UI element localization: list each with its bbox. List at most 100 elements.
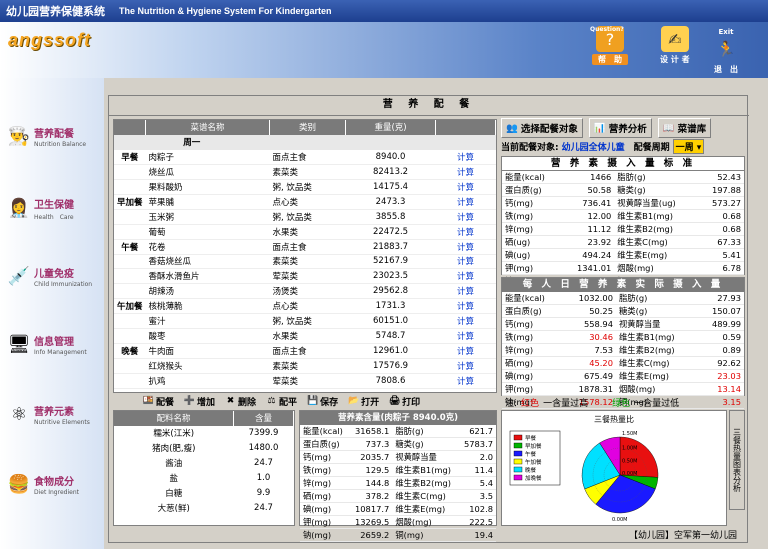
calc-link[interactable]: 计算 <box>436 299 496 314</box>
dish-name: 蜜汁 <box>148 317 166 328</box>
sidebar-item-immunization[interactable]: 💉 儿童免疫 Child Immunization <box>6 262 102 290</box>
designer-icon: ✍ <box>660 26 689 52</box>
sidebar-item-nutrition[interactable]: 👨‍🍳 营养配餐 Nutrition Balance <box>6 122 102 150</box>
nutrient-label: 碘(mg) <box>502 369 563 383</box>
menu-row[interactable]: 早加餐 苹果脯 点心类 2473.3 计算 <box>114 194 496 210</box>
dish-name: 胡辣汤 <box>148 287 175 298</box>
nutrient-label: 维生素E(mg) <box>614 248 699 262</box>
dish-weight: 7808.6 <box>375 375 406 386</box>
nutrient-label: 铁(mg) <box>502 209 562 223</box>
calc-link[interactable]: 计算 <box>436 358 496 373</box>
nutrient-value: 30.46 <box>562 330 616 344</box>
ingredient-row[interactable]: 猪肉(肥,瘦) 1480.0 <box>114 441 294 456</box>
banner: angssoft ? Question? 帮 助 ✍ 设 计 者 Exit 🏃 … <box>0 22 768 78</box>
nutrient-label: 铜(mg) <box>392 528 459 542</box>
menu-row[interactable]: 胡辣汤 汤煲类 29562.8 计算 <box>114 284 496 299</box>
menu-row[interactable]: 香酥水滑鱼片 荤菜类 23023.5 计算 <box>114 269 496 284</box>
designer-button[interactable]: ✍ 设 计 者 <box>660 26 690 65</box>
delete-icon: ✖ <box>226 396 235 406</box>
nutrient-value: 10817.7 <box>349 502 393 516</box>
ingredient-row[interactable]: 大葱(鲜) 24.7 <box>114 500 294 515</box>
menu-grid[interactable]: 菜谱名称 类别 重量(克) 周一 早餐 肉粽子 面点主食 8940.0 计算 烧… <box>113 119 497 393</box>
nutrient-label: 视黄醇当量(ug) <box>614 196 699 210</box>
legend-swatch <box>513 458 523 465</box>
standard-panel: 营 养 素 摄 入 量 标 准 能量(kcal) 1466 脂肪(g) 52.43 蛋白… <box>501 156 745 288</box>
sidebar-item-health[interactable]: 👩‍⚕️ 卫生保健 Health Care <box>6 194 102 222</box>
ingredient-row[interactable]: 白糖 9.9 <box>114 485 294 500</box>
menu-row[interactable]: 扒鸡 荤菜类 7808.6 计算 <box>114 373 496 389</box>
add-button[interactable]: ➕ 增加 <box>184 395 215 408</box>
select-target-button[interactable]: 👥 选择配餐对象 <box>501 118 583 138</box>
menu-row[interactable]: 香菇烧丝瓜 素菜类 52167.9 计算 <box>114 254 496 269</box>
menu-row[interactable]: 玉米粥 粥, 饮品类 3855.8 计算 <box>114 209 496 225</box>
help-button[interactable]: ? Question? 帮 助 <box>590 26 628 65</box>
balance-button[interactable]: ⚖ 配平 <box>266 395 298 408</box>
nutrient-value: 13269.5 <box>349 515 393 529</box>
menu-row[interactable]: 果料酸奶 粥, 饮品类 14175.4 计算 <box>114 180 496 195</box>
save-button[interactable]: 💾 保存 <box>307 395 338 408</box>
menu-row[interactable]: 早餐 肉粽子 面点主食 8940.0 计算 <box>114 150 496 165</box>
book-icon: 📖 <box>662 122 675 134</box>
nutrient-row: 铁(mg) 129.5 维生素B1(mg) 11.4 <box>300 463 496 477</box>
ingredient-row[interactable]: 盐 1.0 <box>114 471 294 486</box>
ingredient-row[interactable]: 酱油 24.7 <box>114 456 294 471</box>
menu-row[interactable]: 烧丝瓜 素菜类 82413.2 计算 <box>114 165 496 180</box>
calc-link[interactable]: 计算 <box>436 180 496 195</box>
menu-row[interactable]: 蜜汁 粥, 饮品类 60151.0 计算 <box>114 314 496 329</box>
dish-name: 核桃薄脆 <box>148 302 183 313</box>
chart-side-tab[interactable]: 三餐热量图表分析 <box>729 410 745 510</box>
actual-panel: 每 人 日 营 养 素 实 际 摄 入 量 能量(kcal) 1032.00 脂肪(… <box>501 277 745 409</box>
menu-row[interactable]: 晚餐 牛肉面 面点主食 12961.0 计算 <box>114 343 496 359</box>
calc-link[interactable]: 计算 <box>436 150 496 165</box>
ingredient-row[interactable]: 糯米(江米) 7399.9 <box>114 426 294 441</box>
analysis-button[interactable]: 📊 营养分析 <box>588 118 652 138</box>
calc-link[interactable]: 计算 <box>436 239 496 254</box>
ingredient-name: 盐 <box>169 474 178 484</box>
delete-button[interactable]: ✖ 删除 <box>225 395 256 408</box>
ingredient-name: 大葱(鲜) <box>157 503 190 514</box>
menu-row[interactable]: 午加餐 核桃薄脆 点心类 1731.3 计算 <box>114 299 496 314</box>
calc-link[interactable]: 计算 <box>436 209 496 224</box>
calc-link[interactable]: 计算 <box>436 314 496 329</box>
col-header-name: 菜谱名称 <box>145 120 271 135</box>
menu-row[interactable]: 酸枣 水果类 5748.7 计算 <box>114 328 496 344</box>
menu-row[interactable]: 红烧猴头 素菜类 17576.9 计算 <box>114 358 496 374</box>
ingredient-amount: 9.9 <box>256 487 271 498</box>
sidebar-item-elements[interactable]: ⚛ 营养元素 Nutritive Elements <box>6 400 102 428</box>
open-button[interactable]: 📂 打开 <box>348 395 379 408</box>
calc-link[interactable]: 计算 <box>436 343 496 358</box>
calc-link[interactable]: 计算 <box>436 254 496 269</box>
logo: angssoft <box>8 30 92 50</box>
nutrient-value: 150.07 <box>697 304 744 318</box>
menu-row[interactable]: 葡萄 水果类 22472.5 计算 <box>114 224 496 240</box>
assign-button[interactable]: 🍱 配餐 <box>143 395 174 408</box>
exit-button[interactable]: Exit 🏃 退 出 <box>712 26 740 75</box>
nutrient-label: 烟酸(mg) <box>614 261 699 275</box>
period-select[interactable]: 一周 ▾ <box>672 138 705 154</box>
print-button[interactable]: 🖨 打印 <box>389 395 420 408</box>
calc-link[interactable]: 计算 <box>436 224 496 239</box>
burger-icon: 🍔 <box>7 473 31 495</box>
nutrient-value: 31658.1 <box>349 425 393 438</box>
ingredient-grid[interactable]: 配料名称 含量 糯米(江米) 7399.9 猪肉(肥,瘦) 1480.0 酱油 24.7 盐… <box>113 410 295 526</box>
calc-link[interactable]: 计算 <box>436 373 496 388</box>
legend-label: 午加餐 <box>525 458 542 466</box>
dish-category: 面点主食 <box>272 152 307 163</box>
sidebar-item-diet[interactable]: 🍔 食物成分 Diet Ingredient <box>6 470 102 498</box>
menu-row[interactable]: 午餐 花卷 面点主食 21883.7 计算 <box>114 239 496 255</box>
calc-link[interactable]: 计算 <box>436 328 496 343</box>
nutrient-value: 6.78 <box>698 261 744 275</box>
sidebar-item-info[interactable]: 🖥 信息管理 Info Management <box>6 330 102 358</box>
ingredient-amount: 1480.0 <box>248 443 279 454</box>
tick-label: 0.00M <box>622 471 637 477</box>
nutrient-value: 0.89 <box>697 343 744 357</box>
calc-link[interactable]: 计算 <box>436 165 496 180</box>
recipe-library-button[interactable]: 📖 菜谱库 <box>657 118 712 138</box>
calc-link[interactable]: 计算 <box>436 284 496 299</box>
add-icon: ➕ <box>183 396 196 406</box>
nutrient-value: 23.03 <box>697 369 744 383</box>
calc-link[interactable]: 计算 <box>436 194 496 209</box>
dish-name: 肉粽子 <box>148 152 175 163</box>
meal-label: 早餐 <box>121 152 139 163</box>
calc-link[interactable]: 计算 <box>436 269 496 284</box>
